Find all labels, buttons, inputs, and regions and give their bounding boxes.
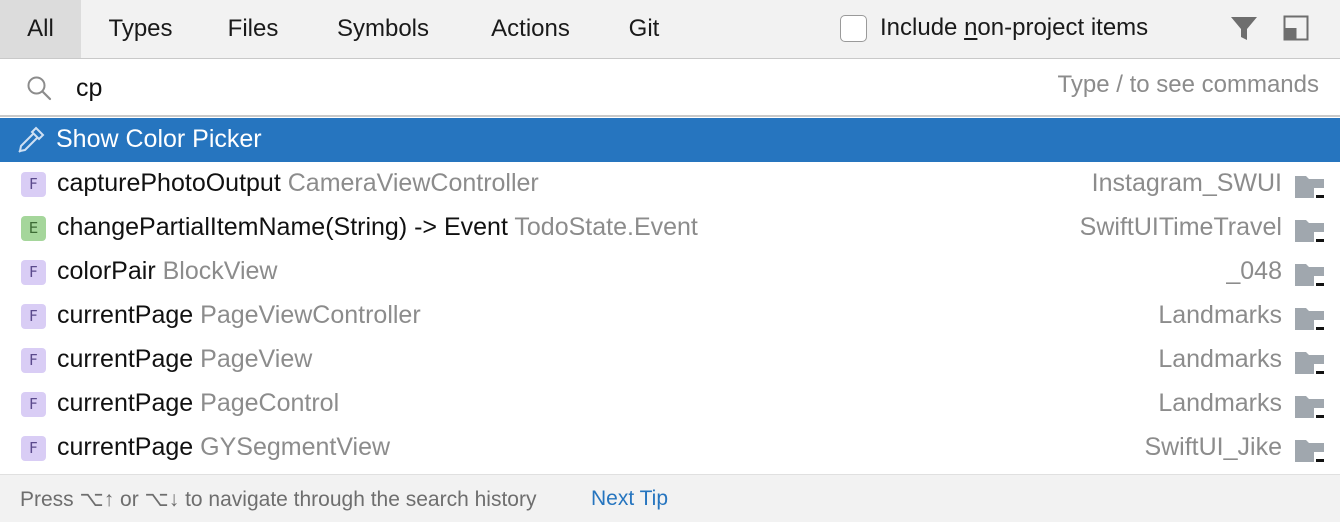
result-name: Show Color Picker xyxy=(56,125,262,153)
symbol-name: currentPage xyxy=(57,389,194,417)
result-row[interactable]: E changePartialItemName(String) -> Event… xyxy=(0,206,1340,250)
symbol-name: changePartialItemName(String) -> Event xyxy=(57,213,508,241)
filter-icon[interactable] xyxy=(1230,16,1258,42)
results-list: Show Color Picker F capturePhotoOutput C… xyxy=(0,118,1340,474)
label-suffix: on-project items xyxy=(977,14,1149,41)
result-name: currentPage PageView xyxy=(57,345,312,374)
search-icon xyxy=(27,76,52,101)
result-row[interactable]: F currentPage GYSegmentView SwiftUI_Jike xyxy=(0,426,1340,470)
result-name: capturePhotoOutput CameraViewController xyxy=(57,169,539,198)
symbol-context: TodoState.Event xyxy=(514,213,698,241)
symbol-context: PageView xyxy=(200,345,313,373)
symbol-context: BlockView xyxy=(162,257,278,285)
symbol-name: currentPage xyxy=(57,345,194,373)
search-bar: Type / to see commands xyxy=(0,59,1340,117)
symbol-context: PageControl xyxy=(200,389,340,417)
symbol-context: PageViewController xyxy=(200,301,421,329)
symbol-name: colorPair xyxy=(57,257,156,285)
search-input[interactable] xyxy=(76,69,976,107)
enum-badge-icon: E xyxy=(21,216,46,241)
folder-icon xyxy=(1295,440,1326,464)
tab-git[interactable]: Git xyxy=(610,0,678,58)
color-picker-icon xyxy=(18,126,45,153)
result-module: Instagram_SWUI xyxy=(1091,169,1282,197)
result-row[interactable]: F currentPage PageControl Landmarks xyxy=(0,382,1340,426)
result-row[interactable]: F capturePhotoOutput CameraViewControlle… xyxy=(0,162,1340,206)
tab-actions[interactable]: Actions xyxy=(470,0,591,58)
folder-icon xyxy=(1295,176,1326,200)
include-non-project-checkbox[interactable] xyxy=(840,14,867,42)
result-module: Landmarks xyxy=(1158,301,1282,329)
search-hint: Type / to see commands xyxy=(1057,71,1319,98)
result-row[interactable]: F colorPair BlockView _048 xyxy=(0,250,1340,294)
footer-tip-bar: Press ⌥↑ or ⌥↓ to navigate through the s… xyxy=(0,474,1340,522)
tab-types[interactable]: Types xyxy=(88,0,193,58)
result-name: currentPage GYSegmentView xyxy=(57,433,390,462)
result-module: _048 xyxy=(1226,257,1282,285)
field-badge-icon: F xyxy=(21,392,46,417)
folder-icon xyxy=(1295,264,1326,288)
folder-icon xyxy=(1295,396,1326,420)
symbol-context: CameraViewController xyxy=(287,169,539,197)
field-badge-icon: F xyxy=(21,260,46,285)
result-module: Landmarks xyxy=(1158,345,1282,373)
field-badge-icon: F xyxy=(21,436,46,461)
result-name: changePartialItemName(String) -> Event T… xyxy=(57,213,698,242)
include-non-project-items-toggle[interactable]: Include non-project items xyxy=(840,13,1148,43)
scope-tab-bar: All Types Files Symbols Actions Git Incl… xyxy=(0,0,1340,59)
field-badge-icon: F xyxy=(21,304,46,329)
symbol-name: capturePhotoOutput xyxy=(57,169,281,197)
result-name: currentPage PageViewController xyxy=(57,301,421,330)
result-name: colorPair BlockView xyxy=(57,257,277,286)
symbol-context: GYSegmentView xyxy=(200,433,391,461)
result-name: currentPage PageControl xyxy=(57,389,339,418)
field-badge-icon: F xyxy=(21,172,46,197)
layout-icon[interactable] xyxy=(1283,15,1309,41)
result-module: Landmarks xyxy=(1158,389,1282,417)
footer-tip-text: Press ⌥↑ or ⌥↓ to navigate through the s… xyxy=(20,488,537,511)
folder-icon xyxy=(1295,352,1326,376)
include-non-project-label: Include non-project items xyxy=(880,14,1148,42)
next-tip-link[interactable]: Next Tip xyxy=(591,487,668,511)
symbol-name: currentPage xyxy=(57,301,194,329)
label-prefix: Include xyxy=(880,14,965,41)
symbol-name: currentPage xyxy=(57,433,194,461)
result-row-show-color-picker[interactable]: Show Color Picker xyxy=(0,118,1340,162)
field-badge-icon: F xyxy=(21,348,46,373)
tab-all[interactable]: All xyxy=(0,0,81,58)
label-mnemonic: n xyxy=(964,14,978,41)
result-module: SwiftUITimeTravel xyxy=(1079,213,1282,241)
folder-icon xyxy=(1295,308,1326,332)
folder-icon xyxy=(1295,220,1326,244)
result-row[interactable]: F currentPage PageView Landmarks xyxy=(0,338,1340,382)
result-module: SwiftUI_Jike xyxy=(1144,433,1282,461)
tab-files[interactable]: Files xyxy=(208,0,298,58)
result-row[interactable]: F currentPage PageViewController Landmar… xyxy=(0,294,1340,338)
tab-symbols[interactable]: Symbols xyxy=(315,0,451,58)
